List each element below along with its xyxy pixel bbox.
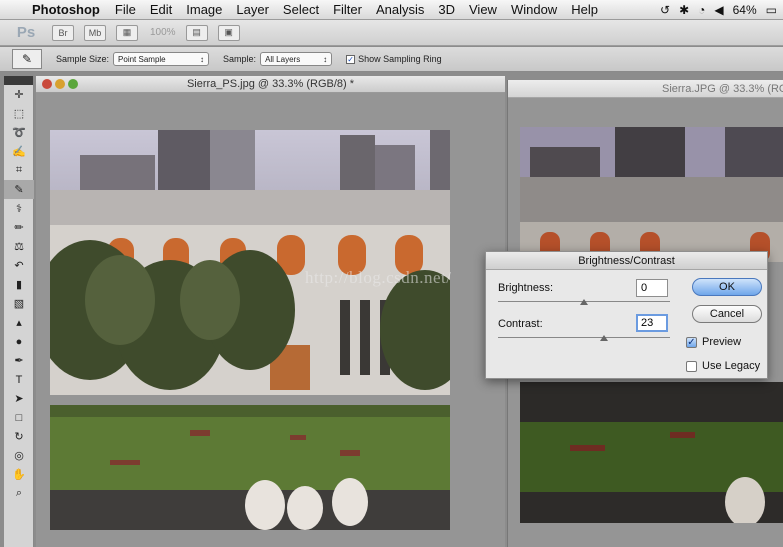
eyedropper-preset-icon[interactable]: ✎ <box>12 49 42 69</box>
volume-icon[interactable]: ◀ <box>714 3 723 17</box>
shape-tool-icon[interactable]: □ <box>4 408 34 427</box>
path-selection-tool-icon[interactable]: ➤ <box>4 389 34 408</box>
clone-stamp-tool-icon[interactable]: ⚖ <box>4 237 34 256</box>
chevron-updown-icon: ↕ <box>200 54 205 64</box>
sample-size-label: Sample Size: <box>56 54 110 64</box>
show-sampling-ring-label: Show Sampling Ring <box>358 54 442 64</box>
close-window-icon[interactable] <box>42 79 52 89</box>
brightness-contrast-dialog: Brightness/Contrast Brightness: Contrast… <box>485 251 768 379</box>
eraser-tool-icon[interactable]: ▮ <box>4 275 34 294</box>
ok-button[interactable]: OK <box>692 278 762 296</box>
use-legacy-label: Use Legacy <box>702 360 761 372</box>
sample-size-select[interactable]: Point Sample ↕ <box>113 52 210 66</box>
preview-label: Preview <box>702 336 742 348</box>
watermark-text: http://blog.csdn.net/ <box>305 268 452 287</box>
sample-value: All Layers <box>265 54 301 64</box>
quick-select-tool-icon[interactable]: ✍ <box>4 142 34 161</box>
arrange-documents-icon[interactable]: ▤ <box>185 24 208 41</box>
menu-help[interactable]: Help <box>564 2 605 17</box>
hand-tool-icon[interactable]: ✋ <box>4 465 34 484</box>
options-bar: ✎ Sample Size: Point Sample ↕ Sample: Al… <box>0 47 783 72</box>
menu-view[interactable]: View <box>462 2 504 17</box>
menu-edit[interactable]: Edit <box>143 2 179 17</box>
3d-orbit-tool-icon[interactable]: ◎ <box>4 446 34 465</box>
application-bar: Ps Br Mb ▦ 100% ▤ ▣ <box>0 20 783 46</box>
wifi-icon[interactable]: ◔ <box>698 3 705 17</box>
menu-file[interactable]: File <box>108 2 143 17</box>
zoom-tool-icon[interactable]: ⌕ <box>4 484 34 503</box>
marquee-tool-icon[interactable]: ⬚ <box>4 104 34 123</box>
sample-size-value: Point Sample <box>118 54 166 64</box>
view-extras-icon[interactable]: ▦ <box>116 24 138 41</box>
3d-rotate-tool-icon[interactable]: ↻ <box>4 427 34 446</box>
brightness-slider-thumb[interactable] <box>580 299 588 305</box>
panel-handle[interactable] <box>4 76 33 85</box>
ps-logo: Ps <box>16 24 36 41</box>
document-title: Sierra.JPG @ 33.3% (RGB/8) <box>662 83 783 95</box>
time-machine-icon[interactable]: ↺ <box>660 3 670 17</box>
type-tool-icon[interactable]: T <box>4 370 34 389</box>
brightness-label: Brightness: <box>498 282 554 294</box>
menu-bar: Photoshop File Edit Image Layer Select F… <box>0 0 783 20</box>
show-sampling-ring-checkbox[interactable]: ✓ Show Sampling Ring <box>346 54 442 64</box>
contrast-label: Contrast: <box>498 318 543 330</box>
sample-label: Sample: <box>223 54 257 64</box>
menu-image[interactable]: Image <box>179 2 229 17</box>
dodge-tool-icon[interactable]: ● <box>4 332 34 351</box>
contrast-input[interactable] <box>636 314 668 332</box>
document-title: Sierra_PS.jpg @ 33.3% (RGB/8) * <box>186 78 355 90</box>
document-title-bar[interactable]: Sierra.JPG @ 33.3% (RGB/8) <box>508 80 783 98</box>
menu-filter[interactable]: Filter <box>326 2 369 17</box>
dialog-title[interactable]: Brightness/Contrast <box>486 252 767 270</box>
minimize-window-icon[interactable] <box>55 79 65 89</box>
bridge-icon[interactable]: Br <box>52 24 74 41</box>
menu-app-name[interactable]: Photoshop <box>28 2 108 17</box>
crop-tool-icon[interactable]: ⌗ <box>4 161 34 180</box>
bluetooth-icon[interactable]: ✱ <box>679 3 689 17</box>
checkbox-checked-icon[interactable]: ✓ <box>686 336 697 348</box>
battery-percent[interactable]: 64% <box>733 3 757 17</box>
use-legacy-checkbox[interactable]: Use Legacy <box>686 360 760 372</box>
status-area: ↺ ✱ ◔ ◀ 64% ▭ <box>660 0 777 20</box>
menu-layer[interactable]: Layer <box>229 2 276 17</box>
zoom-level[interactable]: 100% <box>150 27 176 38</box>
battery-icon[interactable]: ▭ <box>766 3 777 17</box>
blur-tool-icon[interactable]: ▴ <box>4 313 34 332</box>
contrast-slider-thumb[interactable] <box>600 335 608 341</box>
checkbox-unchecked-icon[interactable] <box>686 360 697 372</box>
menu-3d[interactable]: 3D <box>431 2 462 17</box>
healing-brush-tool-icon[interactable]: ⚕ <box>4 199 34 218</box>
history-brush-tool-icon[interactable]: ↶ <box>4 256 34 275</box>
chevron-updown-icon: ↕ <box>323 54 328 64</box>
screen-mode-icon[interactable]: ▣ <box>217 24 240 41</box>
document-title-bar[interactable]: Sierra_PS.jpg @ 33.3% (RGB/8) * <box>36 76 505 93</box>
zoom-window-icon[interactable] <box>68 79 78 89</box>
checkbox-checked-icon[interactable]: ✓ <box>346 54 356 64</box>
pen-tool-icon[interactable]: ✒ <box>4 351 34 370</box>
contrast-slider[interactable] <box>498 337 670 338</box>
cancel-button[interactable]: Cancel <box>692 305 762 323</box>
move-tool-icon[interactable]: ✛ <box>4 85 34 104</box>
brush-tool-icon[interactable]: ✏ <box>4 218 34 237</box>
eyedropper-tool-icon[interactable]: ✎ <box>4 180 34 199</box>
preview-checkbox[interactable]: ✓ Preview <box>686 336 741 348</box>
document-window-active[interactable]: Sierra_PS.jpg @ 33.3% (RGB/8) * <box>36 76 505 547</box>
menu-select[interactable]: Select <box>276 2 326 17</box>
tools-panel: ✛ ⬚ ➰ ✍ ⌗ ✎ ⚕ ✏ ⚖ ↶ ▮ ▧ ▴ ● ✒ T ➤ □ ↻ ◎ … <box>4 76 34 547</box>
menu-window[interactable]: Window <box>504 2 564 17</box>
brightness-input[interactable] <box>636 279 668 297</box>
sample-select[interactable]: All Layers ↕ <box>260 52 333 66</box>
gradient-tool-icon[interactable]: ▧ <box>4 294 34 313</box>
mini-bridge-icon[interactable]: Mb <box>84 24 106 41</box>
menu-analysis[interactable]: Analysis <box>369 2 431 17</box>
canvas-image[interactable] <box>50 130 450 530</box>
lasso-tool-icon[interactable]: ➰ <box>4 123 34 142</box>
